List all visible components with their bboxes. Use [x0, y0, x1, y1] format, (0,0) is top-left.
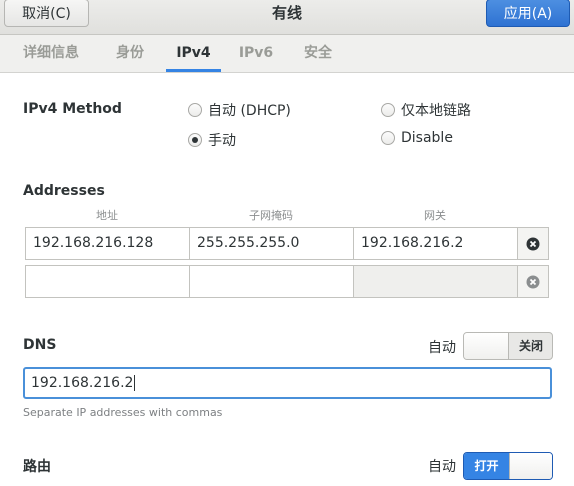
tab-bar: 详细信息 身份 IPv4 IPv6 安全 — [0, 35, 574, 73]
radio-manual[interactable]: 手动 — [188, 130, 236, 150]
dns-input[interactable]: 192.168.216.2 — [23, 367, 552, 399]
dns-hint: Separate IP addresses with commas — [23, 406, 223, 419]
delete-address-button[interactable] — [517, 265, 549, 298]
radio-disable-label: Disable — [401, 130, 453, 146]
dns-auto-switch[interactable]: 关闭 — [463, 332, 553, 360]
radio-link-local-label: 仅本地链路 — [401, 103, 471, 119]
header-bar: 取消(C) 有线 应用(A) — [0, 0, 574, 35]
radio-disable[interactable]: Disable — [381, 130, 453, 146]
switch-state-label: 关闭 — [518, 339, 543, 353]
address-input[interactable] — [25, 265, 190, 298]
gateway-input — [353, 265, 518, 298]
dns-input-value: 192.168.216.2 — [31, 375, 134, 391]
active-tab-indicator — [166, 69, 221, 72]
netmask-input[interactable]: 255.255.255.0 — [189, 227, 354, 260]
tab-ipv6[interactable]: IPv6 — [236, 35, 276, 72]
radio-link-local[interactable]: 仅本地链路 — [381, 100, 471, 120]
column-header-address: 地址 — [96, 209, 118, 222]
switch-state-label: 打开 — [464, 453, 509, 479]
addresses-label: Addresses — [23, 183, 105, 199]
text-caret — [134, 375, 136, 391]
remove-icon — [526, 237, 540, 250]
dns-label: DNS — [23, 337, 57, 353]
tab-identity[interactable]: 身份 — [112, 35, 148, 72]
tab-security[interactable]: 安全 — [300, 35, 336, 72]
column-header-gateway: 网关 — [424, 209, 446, 222]
tab-ipv4[interactable]: IPv4 — [170, 35, 217, 72]
routes-label: 路由 — [23, 459, 51, 475]
gateway-input[interactable]: 192.168.216.2 — [353, 227, 518, 260]
tab-details[interactable]: 详细信息 — [18, 35, 84, 72]
radio-circle-icon — [381, 131, 395, 145]
routes-auto-switch[interactable]: 打开 — [463, 452, 553, 480]
radio-circle-icon — [381, 103, 395, 117]
address-input[interactable]: 192.168.216.128 — [25, 227, 190, 260]
radio-manual-label: 手动 — [208, 133, 236, 149]
apply-button[interactable]: 应用(A) — [486, 0, 570, 27]
radio-dhcp-label: 自动 (DHCP) — [208, 103, 291, 119]
switch-knob — [509, 453, 552, 479]
ipv4-method-label: IPv4 Method — [23, 101, 122, 117]
remove-icon — [526, 275, 540, 288]
switch-knob — [464, 333, 509, 359]
delete-address-button[interactable] — [517, 227, 549, 260]
routes-auto-label: 自动 — [428, 459, 456, 475]
column-header-netmask: 子网掩码 — [249, 209, 293, 222]
dns-auto-label: 自动 — [428, 340, 456, 356]
radio-circle-icon — [188, 103, 202, 117]
netmask-input[interactable] — [189, 265, 354, 298]
radio-checked-icon — [188, 133, 202, 147]
radio-dhcp[interactable]: 自动 (DHCP) — [188, 100, 291, 120]
